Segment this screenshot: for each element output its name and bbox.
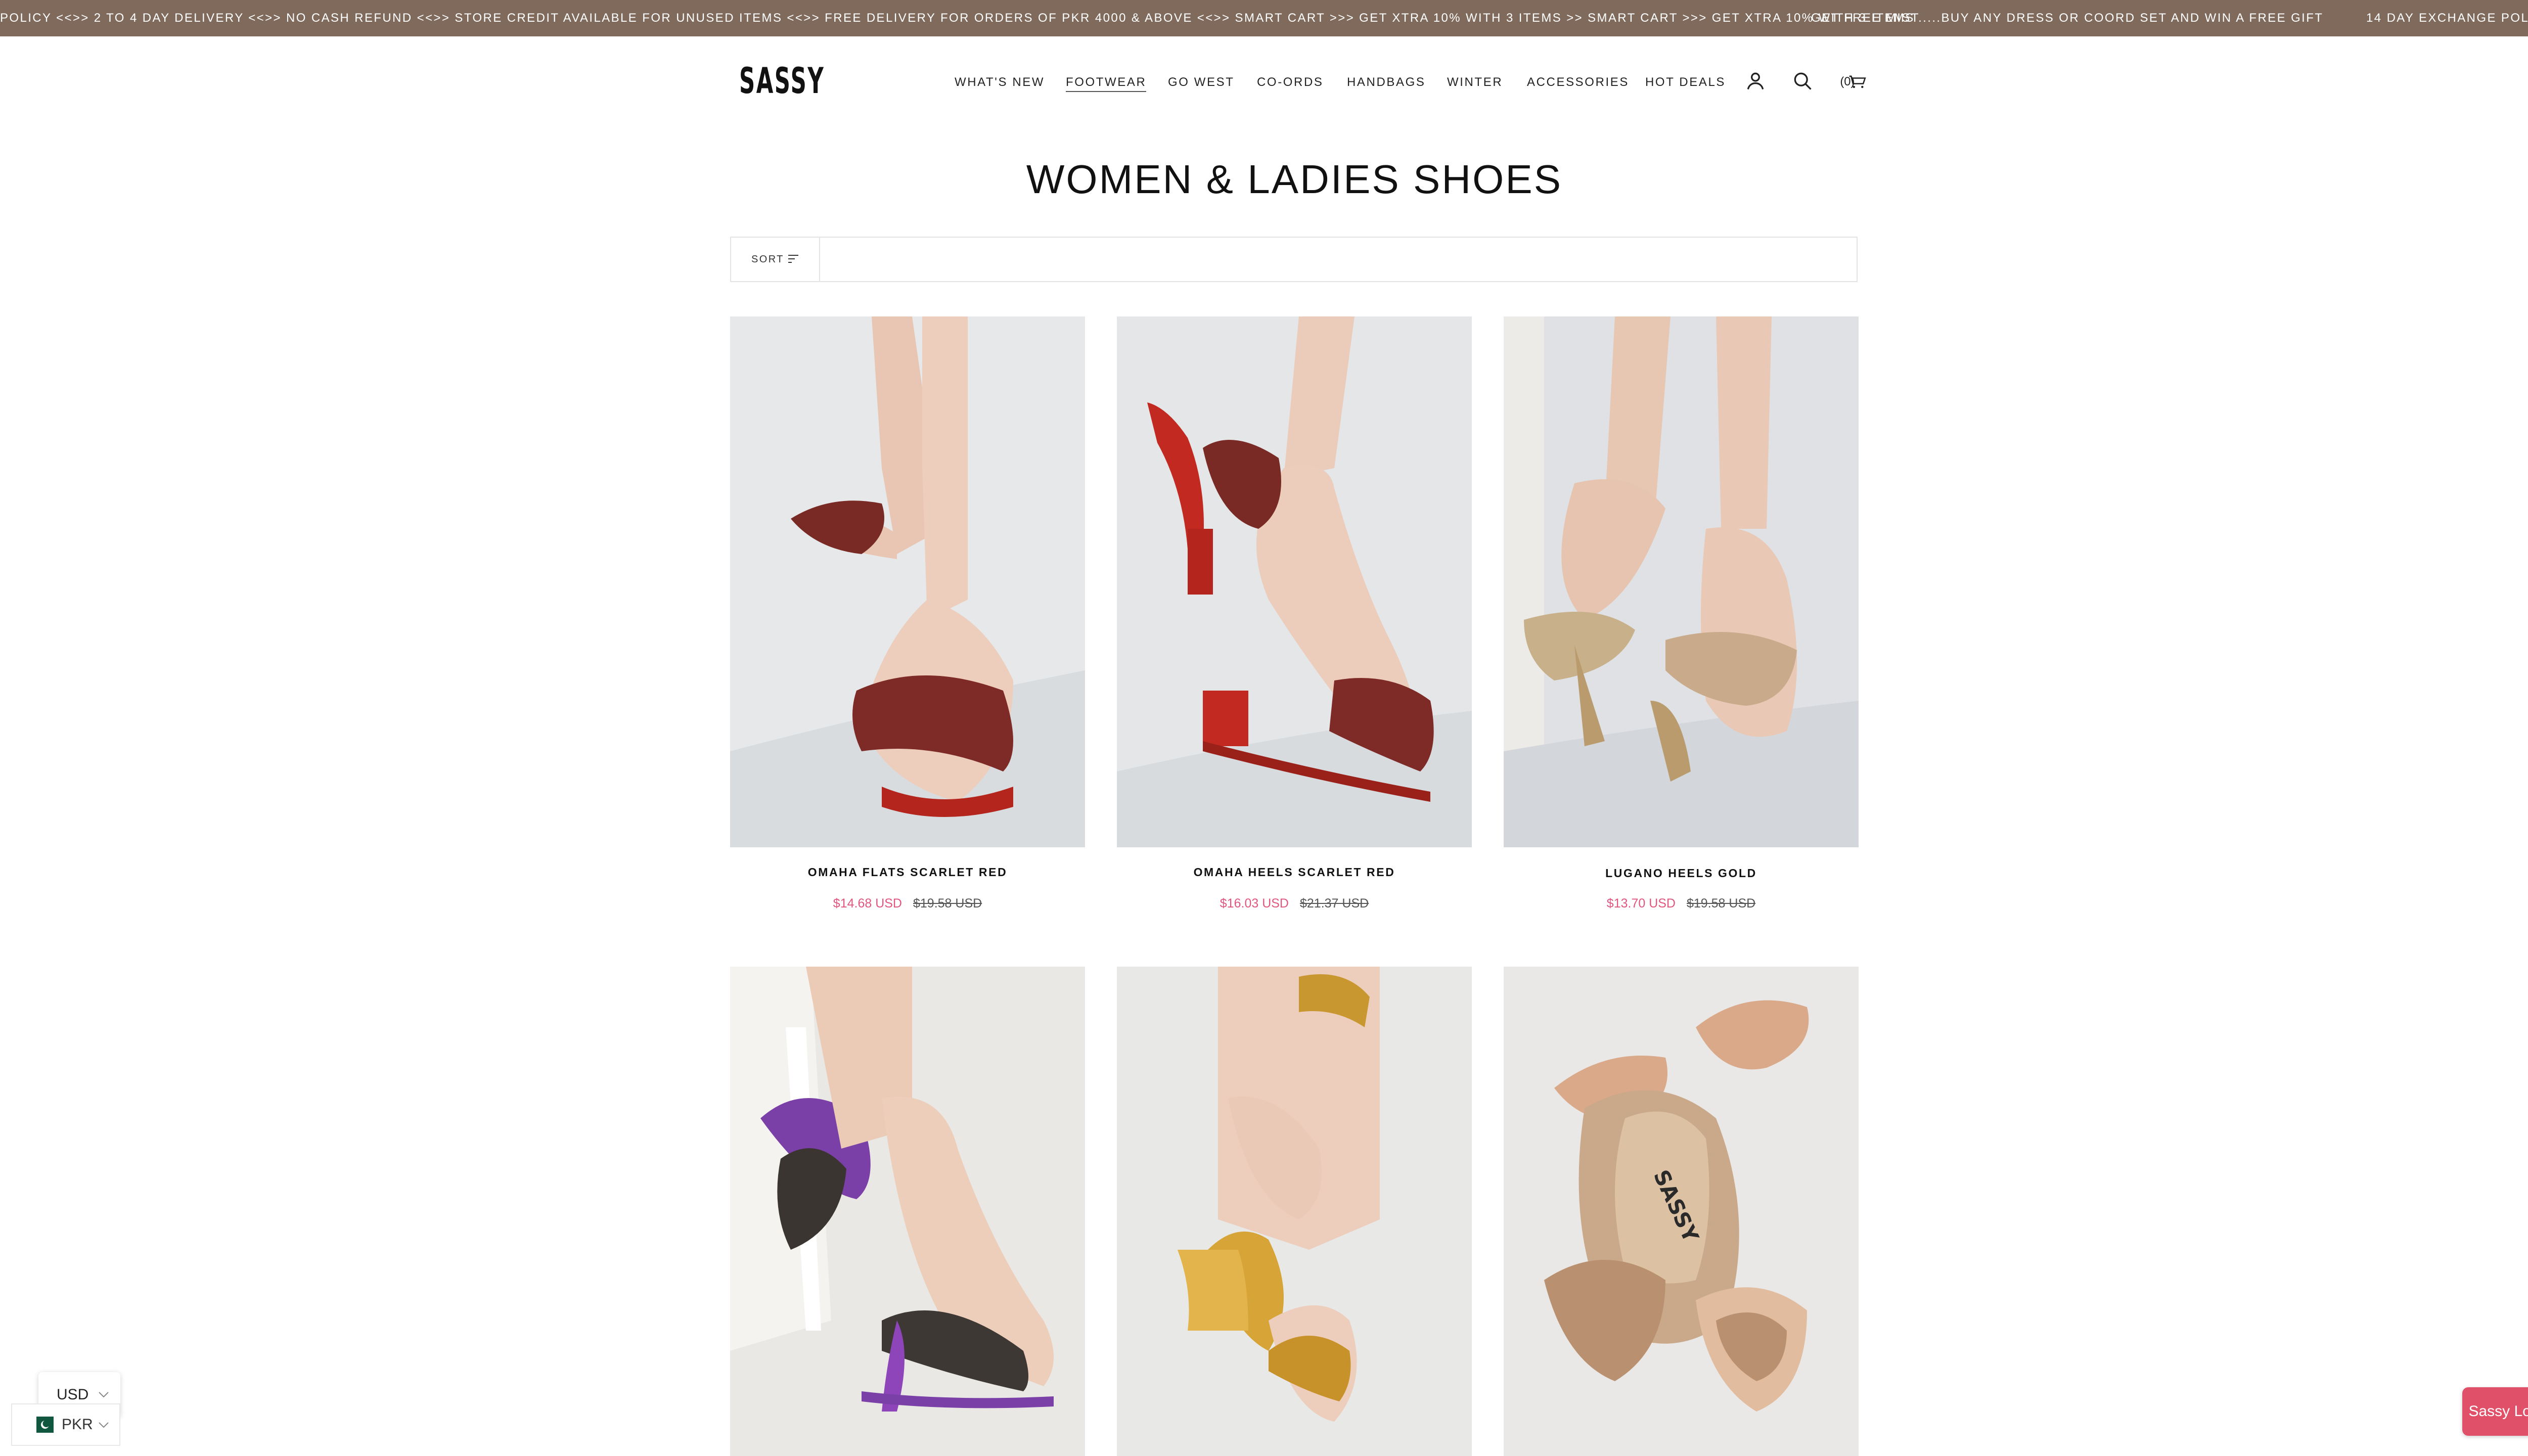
sort-label: SORT	[751, 254, 784, 265]
cart-icon: (0)	[1840, 75, 1866, 88]
original-price: $19.58 USD	[913, 896, 982, 911]
sort-lines-icon	[788, 255, 798, 263]
nav-co-ords[interactable]: CO-ORDS	[1257, 71, 1324, 94]
sale-price: $13.70 USD	[1606, 896, 1676, 911]
site-logo[interactable]: SASSY	[739, 57, 824, 105]
announcement-text-1: POLICY <<>> 2 TO 4 DAY DELIVERY <<>> NO …	[0, 11, 1915, 25]
store-currency-code: PKR	[62, 1416, 93, 1433]
cart-button[interactable]: (0)	[1838, 70, 1879, 95]
product-image-purple-heels[interactable]	[730, 967, 1085, 1456]
product-image-gold-knot-flats[interactable]	[1117, 967, 1472, 1456]
account-icon[interactable]	[1744, 70, 1767, 95]
announcement-text-3: 14 DAY EXCHANGE POLICY <<>> 2 T	[2366, 11, 2528, 25]
nav-footwear[interactable]: FOOTWEAR	[1066, 71, 1147, 92]
nav-hot-deals[interactable]: HOT DEALS	[1645, 71, 1726, 94]
store-currency[interactable]: PKR	[11, 1403, 120, 1446]
product-title[interactable]: OMAHA FLATS SCARLET RED	[730, 863, 1085, 881]
product-image-omaha-heels[interactable]	[1117, 316, 1472, 847]
sale-price: $14.68 USD	[833, 896, 902, 911]
page-title: WOMEN & LADIES SHOES	[1026, 157, 1563, 202]
sort-button[interactable]: SORT	[731, 238, 820, 281]
nav-accessories[interactable]: ACCESSORIES	[1527, 71, 1629, 94]
product-image-beige-knot-flats[interactable]: SASSY	[1504, 967, 1859, 1456]
chevron-down-icon	[99, 1422, 109, 1428]
product-title[interactable]: LUGANO HEELS GOLD	[1504, 864, 1859, 882]
sale-price: $16.03 USD	[1220, 896, 1289, 911]
announcement-bar: POLICY <<>> 2 TO 4 DAY DELIVERY <<>> NO …	[0, 0, 2528, 36]
product-price: $13.70 USD $19.58 USD	[1504, 895, 1859, 912]
nav-handbags[interactable]: HANDBAGS	[1347, 71, 1426, 94]
announcement-text-2: GET FREE MIST.....BUY ANY DRESS OR COORD…	[1811, 11, 2324, 25]
original-price: $21.37 USD	[1300, 896, 1369, 911]
nav-whats-new[interactable]: WHAT'S NEW	[955, 71, 1045, 94]
product-price: $16.03 USD $21.37 USD	[1117, 895, 1472, 912]
search-icon[interactable]	[1791, 70, 1814, 95]
nav-go-west[interactable]: GO WEST	[1168, 71, 1235, 94]
pakistan-flag-icon	[30, 1417, 54, 1433]
original-price: $19.58 USD	[1687, 896, 1756, 911]
product-image-lugano-heels[interactable]	[1504, 316, 1859, 847]
chevron-down-icon	[99, 1392, 109, 1398]
loyalty-button[interactable]: Sassy Loyalty	[2462, 1387, 2528, 1436]
product-price: $14.68 USD $19.58 USD	[730, 895, 1085, 912]
product-image-omaha-flats[interactable]	[730, 316, 1085, 847]
collection-toolbar: SORT	[730, 237, 1858, 282]
product-title[interactable]: OMAHA HEELS SCARLET RED	[1117, 863, 1472, 881]
nav-winter[interactable]: WINTER	[1447, 71, 1503, 94]
